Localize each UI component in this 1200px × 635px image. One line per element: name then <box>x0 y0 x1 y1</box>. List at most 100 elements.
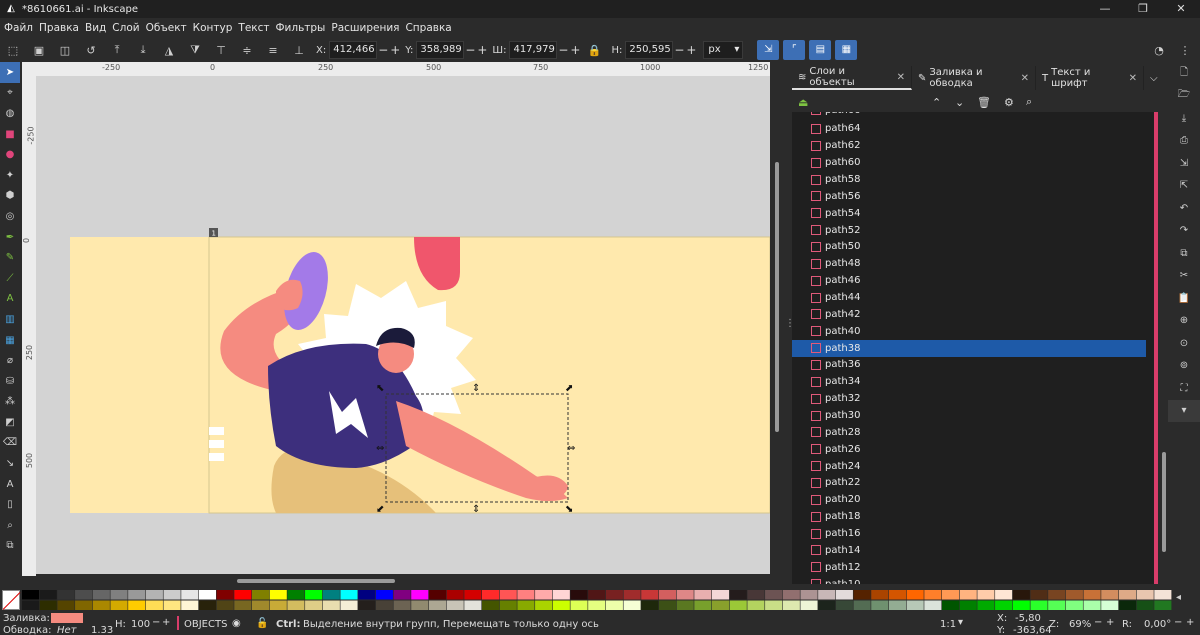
move-patterns-icon[interactable]: ▦ <box>835 40 858 60</box>
color-swatch[interactable] <box>800 600 818 611</box>
color-swatch[interactable] <box>252 590 270 600</box>
list-item[interactable]: path30 <box>792 407 1146 424</box>
height-decrement-button[interactable]: − <box>673 43 685 57</box>
snap-toggle-icon[interactable]: ◔ <box>1146 39 1172 61</box>
list-item[interactable]: path52 <box>792 222 1146 239</box>
list-item[interactable]: path32 <box>792 390 1146 407</box>
pen-tool-icon[interactable]: ✒ <box>0 227 20 248</box>
import-icon[interactable]: ⇲ <box>1168 152 1200 175</box>
color-swatch[interactable] <box>128 600 146 611</box>
rotate-input[interactable]: 0,00° <box>1144 619 1171 630</box>
height-increment-button[interactable]: + <box>685 43 697 57</box>
color-swatch[interactable] <box>57 600 75 611</box>
minimize-button[interactable]: — <box>1086 0 1124 18</box>
x-decrement-button[interactable]: − <box>377 43 389 57</box>
tabs-overflow-button[interactable]: ⌵ <box>1144 66 1164 90</box>
pages-tool-icon[interactable]: ▯ <box>0 494 20 515</box>
color-swatch[interactable] <box>658 600 677 611</box>
color-swatch[interactable] <box>641 590 659 600</box>
width-increment-button[interactable]: + <box>569 43 581 57</box>
delete-icon[interactable]: 🗑 <box>977 96 991 109</box>
list-item[interactable]: path46 <box>792 272 1146 289</box>
list-item[interactable]: path26 <box>792 441 1146 458</box>
menu-help[interactable]: Справка <box>405 22 457 34</box>
settings-gear-icon[interactable]: ⚙ <box>1004 96 1014 109</box>
list-item[interactable]: path54 <box>792 205 1146 222</box>
color-swatch[interactable] <box>1065 590 1083 600</box>
tab-layers-objects[interactable]: ≋ Слои и объекты ✕ <box>792 66 912 90</box>
opacity-increment-button[interactable]: + <box>162 617 170 628</box>
gradient-tool-icon[interactable]: ▥ <box>0 309 20 330</box>
color-swatch[interactable] <box>676 590 694 600</box>
raise-to-top-icon[interactable]: ⤒ <box>104 39 130 61</box>
color-swatch[interactable] <box>588 600 606 611</box>
color-swatch[interactable] <box>906 590 924 600</box>
menu-path[interactable]: Контур <box>193 22 239 34</box>
selector-tool-icon[interactable]: ➤ <box>0 62 20 83</box>
rotate-ccw-icon[interactable]: ↺ <box>78 39 104 61</box>
list-item[interactable]: path22 <box>792 475 1146 492</box>
color-swatch[interactable] <box>747 600 765 611</box>
canvas-horizontal-scrollbar[interactable] <box>22 576 784 586</box>
list-item[interactable]: path62 <box>792 137 1146 154</box>
3d-box-tool-icon[interactable]: ⬢ <box>0 186 20 207</box>
star-tool-icon[interactable]: ✦ <box>0 165 20 186</box>
menu-filters[interactable]: Фильтры <box>276 22 332 34</box>
color-swatch[interactable] <box>358 600 376 611</box>
list-item[interactable]: path44 <box>792 289 1146 306</box>
scrollbar-thumb[interactable] <box>775 162 779 432</box>
color-swatch[interactable] <box>110 590 128 600</box>
list-item[interactable]: path56 <box>792 188 1146 205</box>
list-item[interactable]: path40 <box>792 323 1146 340</box>
color-swatch[interactable] <box>1136 600 1154 611</box>
spray-tool-icon[interactable]: ⁂ <box>0 392 20 413</box>
scrollbar-thumb[interactable] <box>1162 452 1166 552</box>
more-options-icon[interactable]: ⋮ <box>1172 39 1198 61</box>
list-item[interactable]: path60 <box>792 154 1146 171</box>
color-swatch[interactable] <box>482 600 500 611</box>
color-swatch[interactable] <box>906 600 924 611</box>
lock-icon[interactable]: 🔓 <box>256 618 268 629</box>
redo-icon[interactable]: ↷ <box>1168 220 1200 243</box>
width-input[interactable]: 417,979 <box>509 41 558 59</box>
width-decrement-button[interactable]: − <box>557 43 569 57</box>
paste-icon[interactable]: 📋 <box>1168 287 1200 310</box>
menu-object[interactable]: Объект <box>146 22 193 34</box>
tweak-tool-icon[interactable]: ◍ <box>0 103 20 124</box>
add-layer-icon[interactable]: ⏏ <box>798 96 808 109</box>
color-swatch[interactable] <box>924 600 942 611</box>
color-swatch[interactable] <box>1083 600 1101 611</box>
list-item[interactable]: path24 <box>792 458 1146 475</box>
color-swatch[interactable] <box>464 590 482 600</box>
unit-select[interactable]: px <box>703 41 744 59</box>
flip-horizontal-icon[interactable]: ◮ <box>156 39 182 61</box>
color-swatch[interactable] <box>1154 600 1172 611</box>
list-item[interactable]: path28 <box>792 424 1146 441</box>
rectangle-tool-icon[interactable]: ■ <box>0 124 20 145</box>
color-swatch[interactable] <box>428 600 447 611</box>
color-swatch[interactable] <box>163 590 181 600</box>
save-document-icon[interactable]: ⤓ <box>1168 107 1200 130</box>
list-item[interactable]: path48 <box>792 255 1146 272</box>
color-swatch[interactable] <box>340 600 358 611</box>
color-swatch[interactable] <box>1012 600 1030 611</box>
align-middle-icon[interactable]: ≡ <box>260 39 286 61</box>
zoom-increment-button[interactable]: + <box>1106 617 1114 628</box>
palette-menu-icon[interactable]: ◂ <box>1176 592 1181 603</box>
list-item[interactable]: path38 <box>792 339 1146 357</box>
palette-swatches[interactable] <box>22 590 1172 610</box>
color-swatch[interactable] <box>287 600 305 611</box>
close-tab-icon[interactable]: ✕ <box>1129 73 1137 84</box>
color-swatch[interactable] <box>305 600 323 611</box>
color-swatch[interactable] <box>1030 600 1048 611</box>
y-increment-button[interactable]: + <box>476 43 488 57</box>
color-swatch[interactable] <box>1030 590 1048 600</box>
menu-layer[interactable]: Слой <box>112 22 145 34</box>
x-input[interactable]: 412,466 <box>329 41 378 59</box>
zoom-input[interactable]: 69% <box>1069 619 1091 630</box>
opacity-decrement-button[interactable]: − <box>152 617 160 628</box>
spiral-tool-icon[interactable]: ◎ <box>0 206 20 227</box>
color-swatch[interactable] <box>1083 590 1101 600</box>
color-swatch[interactable] <box>216 590 234 600</box>
color-swatch[interactable] <box>322 590 340 600</box>
